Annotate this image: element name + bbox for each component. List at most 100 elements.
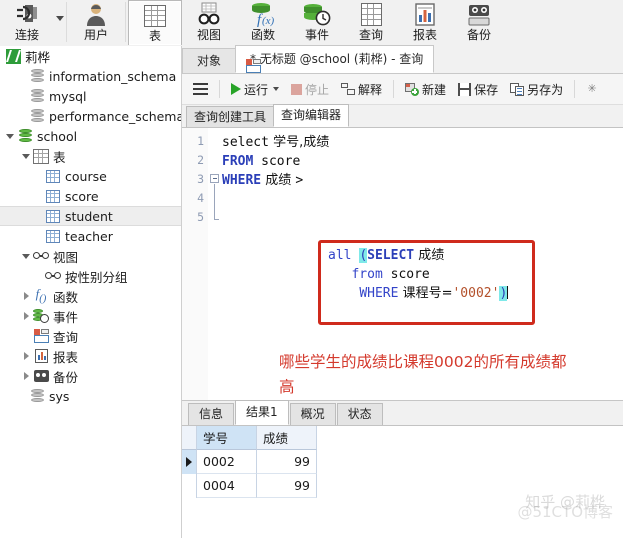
tree-label: course [65,168,107,184]
ribbon-button-table[interactable]: 表 [128,0,182,45]
collapse-arrow-icon[interactable] [20,372,32,380]
ribbon-button-connect[interactable]: 连接 [0,0,54,45]
subtab-query-builder[interactable]: 查询创建工具 [186,106,275,127]
tree-item-mysql[interactable]: mysql [0,86,181,106]
tree-label: teacher [65,228,113,244]
current-row-marker [182,450,197,474]
tree-label: 事件 [53,309,79,325]
tab-query-editor[interactable]: * 无标题 @school (莉桦) - 查询 [235,45,435,73]
expand-arrow-icon[interactable] [4,133,16,139]
expand-arrow-icon[interactable] [20,153,32,159]
tree-item-events-folder[interactable]: 事件 [0,306,181,326]
connect-dropdown-caret-icon[interactable] [56,16,64,21]
tree-label: school [37,128,78,144]
save-as-label: 另存为 [527,82,564,97]
main-ribbon: 连接 用户 表 视图 f (x) 函数 事件 查询 报表 备份 [0,0,623,47]
tab-objects[interactable]: 对象 [182,48,237,73]
column-header-chengji[interactable]: 成绩 [257,426,317,450]
ribbon-button-view[interactable]: 视图 [182,0,236,45]
plug-icon [14,1,40,28]
ribbon-button-user[interactable]: 用户 [69,0,123,45]
view-glasses-icon [44,271,62,281]
tree-item-views-folder[interactable]: 视图 [0,246,181,266]
line-number: 2 [197,153,204,167]
sql-token-table: score [253,154,301,169]
result-tab-result1[interactable]: 结果1 [235,400,289,425]
event-clock-icon [302,1,332,28]
menu-button[interactable] [188,77,213,101]
save-as-button[interactable]: 另存为 [505,77,568,101]
tree-item-root-connection[interactable]: 莉桦 [0,46,181,66]
connection-tree-sidebar[interactable]: 莉桦 information_schema mysql performance_… [0,46,182,538]
tree-label-root: 莉桦 [25,49,51,65]
ribbon-button-report[interactable]: 报表 [398,0,452,45]
query-toolbar: 运行 停止 解释 新建 保存 另存为 ✳ [182,74,623,105]
code-fold-toggle[interactable] [210,174,219,183]
collapse-arrow-icon[interactable] [20,312,32,320]
tree-item-table-teacher[interactable]: teacher [0,226,181,246]
tree-item-performance-schema[interactable]: performance_schema [0,106,181,126]
table-row[interactable]: 0002 99 [182,450,623,474]
explain-icon [341,83,356,95]
new-query-button[interactable]: 新建 [400,77,451,101]
table-icon [44,169,62,183]
tree-item-table-score[interactable]: score [0,186,181,206]
tab-query-label: * 无标题 @school (莉桦) - 查询 [250,52,424,66]
sql-token-sub-from: from [351,267,383,282]
stop-button[interactable]: 停止 [286,77,334,101]
more-tools-button[interactable]: ✳ [581,77,603,101]
ribbon-button-function[interactable]: f (x) 函数 [236,0,290,45]
tree-item-information-schema[interactable]: information_schema [0,66,181,86]
sql-token-sub-col: 成绩 [414,248,445,263]
tree-item-school[interactable]: school [0,126,181,146]
database-icon [28,388,46,404]
collapse-arrow-icon[interactable] [20,352,32,360]
sql-token-from: FROM [222,154,254,169]
tree-label: student [65,208,113,224]
tree-item-backups-folder[interactable]: 备份 [0,366,181,386]
toolbar-divider [574,80,576,98]
run-dropdown-caret-icon[interactable] [273,87,280,91]
cell-xuehao[interactable]: 0004 [197,474,257,498]
tree-item-table-course[interactable]: course [0,166,181,186]
sql-editor[interactable]: 1 2 3 4 5 select 学号,成绩 FROM score WHERE … [182,128,623,400]
explain-button[interactable]: 解释 [336,77,387,101]
result-tab-info[interactable]: 信息 [188,403,235,425]
main-pane: 对象 * 无标题 @school (莉桦) - 查询 运行 停止 解释 新建 保… [182,45,623,538]
run-button[interactable]: 运行 [226,77,284,101]
cell-xuehao[interactable]: 0002 [197,450,257,474]
ribbon-button-query[interactable]: 查询 [344,0,398,45]
ribbon-button-backup[interactable]: 备份 [452,0,506,45]
tree-item-reports-folder[interactable]: 报表 [0,346,181,366]
result-grid-header-row: 学号 成绩 [182,426,623,450]
cell-chengji[interactable]: 99 [257,474,317,498]
sql-token-all: all [328,248,360,263]
column-header-xuehao[interactable]: 学号 [197,426,257,450]
watermark-51cto: @51CTO博客 [517,503,613,521]
result-grid[interactable]: 学号 成绩 0002 99 0004 99 [182,426,623,498]
database-icon [28,108,46,124]
user-icon [83,1,109,28]
tree-item-view-group-by-gender[interactable]: 按性别分组 [0,266,181,286]
tree-item-sys[interactable]: sys [0,386,181,406]
tree-item-tables-folder[interactable]: 表 [0,146,181,166]
query-icon [32,329,50,343]
tree-item-table-student[interactable]: student [0,206,181,226]
table-icon [44,229,62,243]
ribbon-label-backup: 备份 [466,28,491,42]
backup-icon [466,1,492,28]
collapse-arrow-icon[interactable] [20,292,32,300]
cell-chengji[interactable]: 99 [257,450,317,474]
ribbon-button-event[interactable]: 事件 [290,0,344,45]
subtab-query-editor[interactable]: 查询编辑器 [273,104,350,127]
ribbon-label-table: 表 [148,29,161,43]
expand-arrow-icon[interactable] [20,253,32,259]
tree-label: sys [49,388,70,404]
ribbon-label-report: 报表 [412,28,437,42]
save-button[interactable]: 保存 [453,77,503,101]
table-row[interactable]: 0004 99 [182,474,623,498]
tree-item-queries-folder[interactable]: 查询 [0,326,181,346]
tree-item-functions-folder[interactable]: f() 函数 [0,286,181,306]
result-tab-profile[interactable]: 概况 [289,403,336,425]
result-tab-status[interactable]: 状态 [336,403,383,425]
